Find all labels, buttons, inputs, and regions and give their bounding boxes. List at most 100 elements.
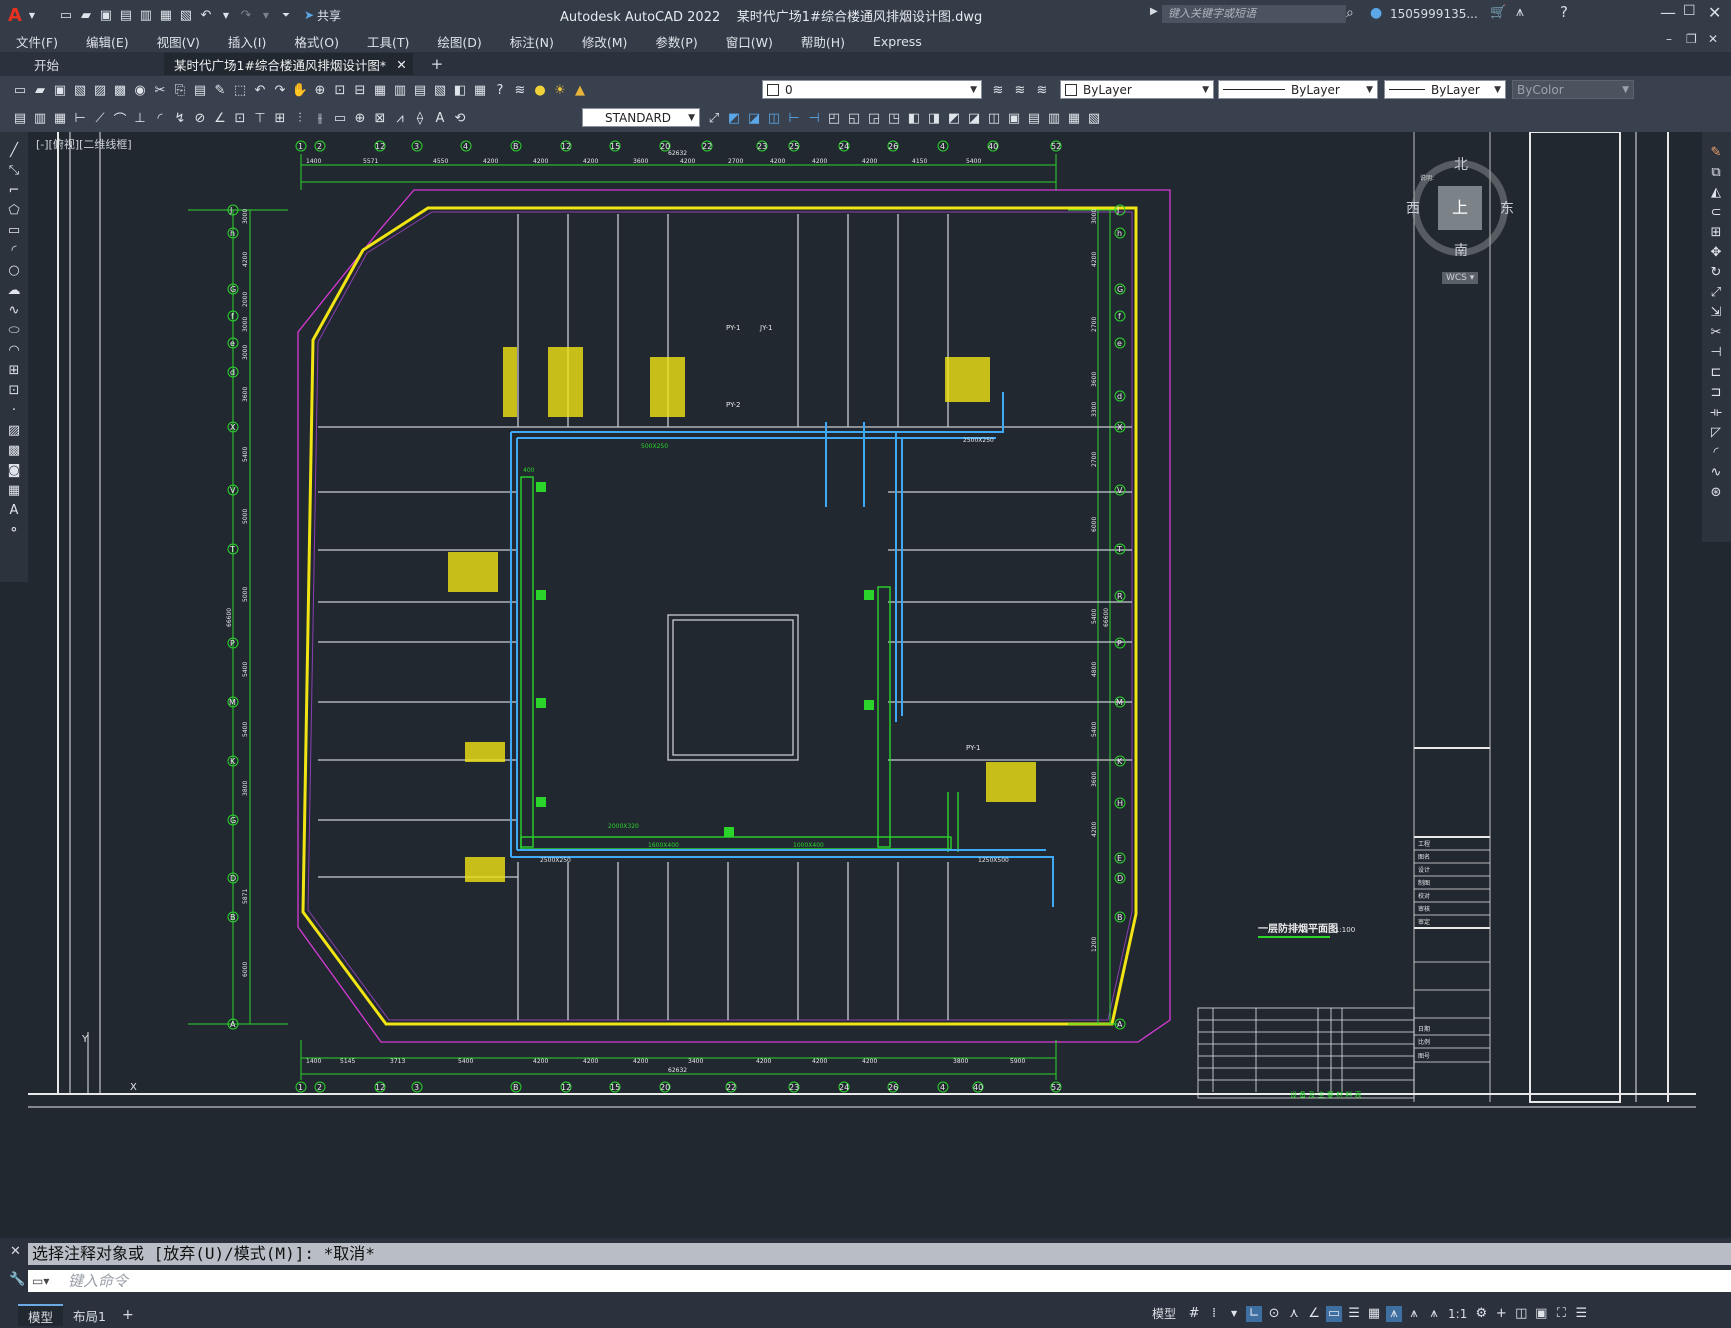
zoom-realtime-icon[interactable]: ⊕ <box>312 82 328 98</box>
new-file-icon[interactable]: ▭ <box>58 7 74 23</box>
grid-icon[interactable]: # <box>1186 1306 1202 1322</box>
scale-value[interactable]: 1:1 <box>1448 1307 1467 1321</box>
command-customize-icon[interactable]: 🔧 <box>9 1272 25 1287</box>
break-at-point-icon[interactable]: ⊏ <box>1708 364 1724 380</box>
lineweight-dropdown[interactable]: ByLayer ▼ <box>1384 80 1506 99</box>
baseline-dim-icon[interactable]: ⊤ <box>252 110 268 126</box>
zoom-previous-icon[interactable]: ⊟ <box>352 82 368 98</box>
redo-dropdown-icon[interactable]: ▼ <box>258 7 274 23</box>
cut-icon[interactable]: ✂ <box>152 82 168 98</box>
search-input[interactable]: 键入关键字或短语 <box>1162 5 1346 23</box>
tab-layout1[interactable]: 布局1 <box>63 1305 116 1325</box>
polygon-icon[interactable]: ⬠ <box>6 202 22 218</box>
open-icon[interactable]: ▰ <box>32 82 48 98</box>
arc-icon[interactable]: ◜ <box>6 242 22 258</box>
tab-start[interactable]: 开始 <box>24 53 164 75</box>
new-icon[interactable]: ▭ <box>12 82 28 98</box>
ucs-icon-3[interactable]: ◫ <box>766 110 782 126</box>
search-expand-icon[interactable]: ▶ <box>1150 6 1158 17</box>
menu-edit[interactable]: 编辑(E) <box>86 32 129 51</box>
wcs-menu[interactable]: WCS ▾ <box>1442 272 1479 284</box>
view-icon-3[interactable]: ◩ <box>946 110 962 126</box>
menu-format[interactable]: 格式(O) <box>294 32 339 51</box>
viewcube-north[interactable]: 北 <box>1454 154 1468 174</box>
layer-previous-icon[interactable]: ≋ <box>1012 82 1028 98</box>
trim-icon[interactable]: ✂ <box>1708 324 1724 340</box>
layer-icon-a[interactable]: ▤ <box>12 110 28 126</box>
bulb-icon[interactable]: ● <box>532 82 548 98</box>
properties-icon[interactable]: ▦ <box>372 82 388 98</box>
insert-block-icon[interactable]: ⊞ <box>6 362 22 378</box>
3d-print-icon[interactable]: ◉ <box>132 82 148 98</box>
array-icon[interactable]: ⊞ <box>1708 224 1724 240</box>
inspection-icon[interactable]: ⊠ <box>372 110 388 126</box>
ordinate-dim-icon[interactable]: ⊥ <box>132 110 148 126</box>
view-icon-1[interactable]: ◧ <box>906 110 922 126</box>
gradient-icon[interactable]: ▩ <box>6 442 22 458</box>
menu-file[interactable]: 文件(F) <box>16 32 58 51</box>
undo-icon[interactable]: ↶ <box>198 7 214 23</box>
angular-dim-icon[interactable]: ∠ <box>212 110 228 126</box>
menu-insert[interactable]: 插入(I) <box>228 32 266 51</box>
rotate-icon[interactable]: ↻ <box>1708 264 1724 280</box>
block-editor-icon[interactable]: ⬚ <box>232 82 248 98</box>
erase-icon[interactable]: ✎ <box>1708 144 1724 160</box>
stretch-icon[interactable]: ⇲ <box>1708 304 1724 320</box>
save-web-icon[interactable]: ▦ <box>158 7 174 23</box>
workspace-gear-icon[interactable]: ⚙ <box>1473 1306 1489 1322</box>
jogged-dim-icon[interactable]: ↯ <box>172 110 188 126</box>
match-prop-icon[interactable]: ✎ <box>212 82 228 98</box>
object-track-icon[interactable]: ∠ <box>1306 1306 1322 1322</box>
clean-screen-icon[interactable]: ⛶ <box>1553 1306 1569 1322</box>
color-dropdown[interactable]: ByLayer ▼ <box>1060 80 1214 99</box>
autodesk-app-icon[interactable]: ⩚ <box>1516 4 1524 20</box>
continue-dim-icon[interactable]: ⊞ <box>272 110 288 126</box>
view-icon-4[interactable]: ◪ <box>966 110 982 126</box>
dim-space-icon[interactable]: ⫶ <box>292 110 308 126</box>
annotation-monitor-icon[interactable]: + <box>1493 1306 1509 1322</box>
dim-edit-icon[interactable]: ⟠ <box>412 110 428 126</box>
app-menu-chevron-icon[interactable]: ▼ <box>24 7 40 23</box>
plotstyle-dropdown[interactable]: ByColor ▼ <box>1512 80 1634 99</box>
join-icon[interactable]: ⟛ <box>1708 404 1724 420</box>
minimize-icon[interactable]: — <box>1660 3 1676 22</box>
view-icon-5[interactable]: ◫ <box>986 110 1002 126</box>
menu-parametric[interactable]: 参数(P) <box>655 32 697 51</box>
arc-length-icon[interactable]: ⌒ <box>112 110 128 128</box>
construction-line-icon[interactable]: ⤡ <box>6 162 22 178</box>
ortho-icon[interactable]: ∟ <box>1246 1305 1263 1322</box>
doc-minimize-icon[interactable]: – <box>1666 32 1672 46</box>
new-layout-icon[interactable]: + <box>122 1307 134 1323</box>
menu-dimension[interactable]: 标注(N) <box>510 32 554 51</box>
layer-icon-c[interactable]: ▦ <box>52 110 68 126</box>
ucs-icon-9[interactable]: ◳ <box>886 110 902 126</box>
dim-text-edit-icon[interactable]: A <box>432 110 448 126</box>
copy-object-icon[interactable]: ⧉ <box>1708 164 1724 180</box>
save-icon-2[interactable]: ▣ <box>52 82 68 98</box>
open-web-icon[interactable]: ▥ <box>138 7 154 23</box>
ucs-icon-7[interactable]: ◱ <box>846 110 862 126</box>
fillet-icon[interactable]: ◜ <box>1708 444 1724 460</box>
offset-icon[interactable]: ⊂ <box>1708 204 1724 220</box>
menu-draw[interactable]: 绘图(D) <box>437 32 481 51</box>
menu-window[interactable]: 窗口(W) <box>726 32 773 51</box>
autoscale-icon[interactable]: ⩚ <box>1406 1306 1422 1322</box>
scale-icon[interactable]: ⤢ <box>1708 284 1724 300</box>
annotation-scale-icon[interactable]: ⩚ <box>1426 1306 1442 1322</box>
radius-dim-icon[interactable]: ◜ <box>152 110 168 126</box>
point-icon[interactable]: · <box>6 402 22 418</box>
aligned-dim-icon[interactable]: ⟋ <box>92 110 108 126</box>
share-button[interactable]: ➤ 共享 <box>304 7 341 24</box>
layer-state-icon[interactable]: ≋ <box>1034 82 1050 98</box>
move-icon[interactable]: ✥ <box>1708 244 1724 260</box>
ucs-icon-1[interactable]: ◩ <box>726 110 742 126</box>
layer-icon-b[interactable]: ▥ <box>32 110 48 126</box>
dimstyle-manager-icon[interactable]: ⤢ <box>706 110 722 126</box>
calculator-icon[interactable]: ▦ <box>472 82 488 98</box>
paste-icon[interactable]: ▤ <box>192 82 208 98</box>
tab-close-icon[interactable]: ✕ <box>396 57 406 72</box>
units-icon[interactable]: ◫ <box>1513 1306 1529 1322</box>
line-icon[interactable]: ╱ <box>6 142 22 158</box>
command-prompt-icon[interactable]: ▭▾ <box>32 1270 49 1292</box>
model-space-label[interactable]: 模型 <box>1152 1305 1176 1322</box>
